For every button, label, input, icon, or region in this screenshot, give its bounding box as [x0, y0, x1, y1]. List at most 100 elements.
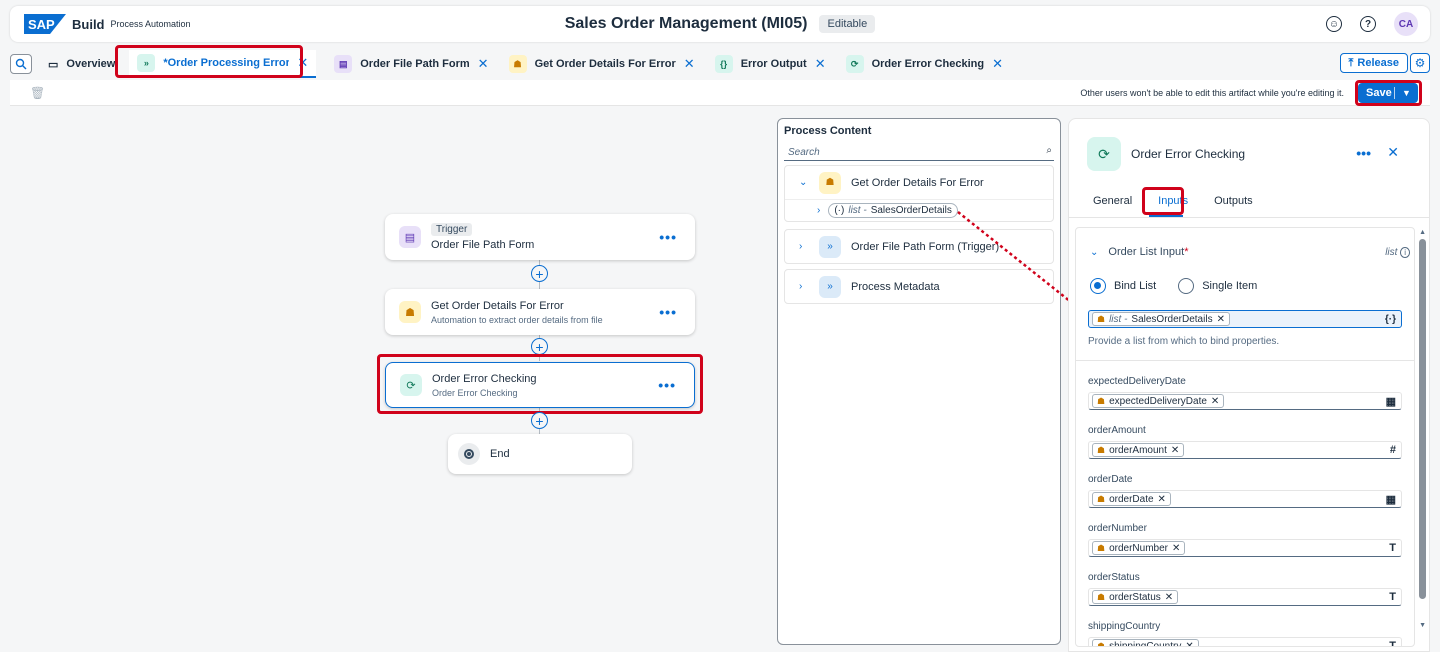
more-icon[interactable]: •••	[658, 377, 676, 393]
close-icon[interactable]: ✕	[992, 56, 1003, 72]
close-icon[interactable]: ✕	[1387, 144, 1399, 161]
bound-token[interactable]: ☗ orderDate ✕	[1092, 492, 1171, 506]
trash-icon[interactable]: 🗑	[30, 86, 45, 100]
avatar[interactable]: CA	[1394, 12, 1418, 36]
radio-bind-list[interactable]: Bind List	[1090, 278, 1156, 294]
chevron-down-icon[interactable]: ⌄	[1090, 247, 1098, 258]
bound-token[interactable]: ☗ orderNumber ✕	[1092, 541, 1186, 555]
automation-icon: ☗	[1097, 542, 1106, 553]
property-input[interactable]: ☗ orderNumber ✕ T	[1088, 539, 1402, 557]
tab-outputs[interactable]: Outputs	[1214, 195, 1253, 207]
joule-icon[interactable]: ☺	[1326, 16, 1342, 32]
prop-shipping-country: shippingCountry ☗ shippingCountry ✕ T	[1088, 621, 1402, 647]
order-list-input-header[interactable]: ⌄ Order List Input* list i	[1090, 246, 1410, 258]
chevron-right-icon[interactable]: ›	[817, 205, 820, 216]
sap-logo[interactable]: SAP	[24, 14, 66, 34]
remove-icon[interactable]: ✕	[1165, 592, 1173, 603]
property-input[interactable]: ☗ expectedDeliveryDate ✕ ▦	[1088, 392, 1402, 410]
number-icon[interactable]: #	[1390, 444, 1396, 456]
tab-order-processing-error[interactable]: » *Order Processing Error ... ✕	[129, 50, 317, 78]
remove-icon[interactable]: ✕	[1185, 641, 1193, 647]
close-icon[interactable]: ✕	[297, 55, 308, 71]
scrollbar-thumb[interactable]	[1419, 239, 1426, 599]
tab-label: *Order Processing Error ...	[163, 57, 290, 69]
save-button[interactable]: Save ▼	[1358, 83, 1418, 103]
add-step-button[interactable]: +	[531, 265, 548, 282]
expression-icon[interactable]: {·}	[1385, 314, 1396, 325]
add-step-button[interactable]: +	[531, 338, 548, 355]
bound-token[interactable]: ☗ list - SalesOrderDetails ✕	[1092, 312, 1230, 326]
property-input[interactable]: ☗ orderAmount ✕ #	[1088, 441, 1402, 459]
tab-inputs[interactable]: Inputs	[1158, 195, 1188, 207]
release-button[interactable]: ⤒ Release	[1339, 53, 1408, 73]
trigger-node[interactable]: ▤ Trigger Order File Path Form •••	[385, 214, 695, 260]
text-icon[interactable]: T	[1389, 542, 1396, 554]
list-bind-field[interactable]: ☗ list - SalesOrderDetails ✕ {·}	[1088, 310, 1402, 328]
list-token[interactable]: (·) list - SalesOrderDetails	[828, 203, 958, 218]
tree-subitem[interactable]: › (·) list - SalesOrderDetails	[785, 199, 1053, 221]
text-icon[interactable]: T	[1389, 591, 1396, 603]
remove-icon[interactable]: ✕	[1172, 543, 1180, 554]
end-node[interactable]: End	[448, 434, 632, 474]
property-input[interactable]: ☗ shippingCountry ✕ T	[1088, 637, 1402, 647]
tree-item[interactable]: ⌄ ☗ Get Order Details For Error	[785, 166, 1053, 199]
decision-node[interactable]: ⟳ Order Error Checking Order Error Check…	[385, 362, 695, 408]
info-icon[interactable]: i	[1400, 246, 1410, 258]
scroll-down-icon[interactable]: ▼	[1419, 622, 1426, 629]
process-icon: »	[137, 54, 156, 72]
search-icon[interactable]: ⌕	[1046, 145, 1052, 156]
more-icon[interactable]: •••	[1356, 145, 1371, 161]
tab-get-order-details[interactable]: ☗ Get Order Details For Error ✕	[501, 50, 703, 78]
tab-error-output[interactable]: {} Error Output ✕	[707, 50, 834, 78]
editor-toolbar: 🗑 Other users won't be able to edit this…	[10, 80, 1430, 106]
automation-icon: ☗	[1097, 640, 1106, 647]
chevron-right-icon[interactable]: ›	[799, 241, 809, 252]
calendar-icon[interactable]: ▦	[1386, 395, 1396, 408]
chevron-down-icon[interactable]: ▼	[1395, 88, 1418, 98]
close-icon[interactable]: ✕	[684, 56, 695, 72]
remove-icon[interactable]: ✕	[1171, 445, 1179, 456]
divider	[1394, 87, 1395, 99]
search-artifact-button[interactable]	[10, 54, 32, 74]
bound-token[interactable]: ☗ orderStatus ✕	[1092, 590, 1179, 604]
remove-icon[interactable]: ✕	[1211, 396, 1219, 407]
automation-node[interactable]: ☗ Get Order Details For Error Automation…	[385, 289, 695, 335]
tab-overview[interactable]: ▭ Overview	[40, 50, 123, 78]
search-input[interactable]: Search ⌕	[784, 145, 1054, 161]
more-icon[interactable]: •••	[659, 229, 677, 245]
chevron-down-icon[interactable]: ⌄	[799, 177, 809, 188]
field-label: orderStatus	[1088, 572, 1140, 583]
add-step-button[interactable]: +	[531, 412, 548, 429]
remove-icon[interactable]: ✕	[1217, 314, 1225, 325]
tab-order-error-checking[interactable]: ⟳ Order Error Checking ✕	[838, 50, 1011, 78]
close-icon[interactable]: ✕	[478, 56, 489, 72]
tab-order-file-path-form[interactable]: ▤ Order File Path Form ✕	[326, 50, 496, 78]
tab-general[interactable]: General	[1093, 195, 1132, 207]
more-icon[interactable]: •••	[659, 304, 677, 320]
bound-token[interactable]: ☗ shippingCountry ✕	[1092, 639, 1199, 647]
tree-item-label: Order File Path Form (Trigger)	[851, 240, 1000, 253]
bind-mode-radios: Bind List Single Item	[1090, 278, 1257, 294]
prop-order-amount: orderAmount ☗ orderAmount ✕ #	[1088, 425, 1402, 459]
radio-circle[interactable]	[1090, 278, 1106, 294]
chevron-right-icon[interactable]: ›	[799, 281, 809, 292]
radio-circle[interactable]	[1178, 278, 1195, 294]
edit-lock-note: Other users won't be able to edit this a…	[1080, 87, 1344, 98]
automation-icon: ☗	[1097, 395, 1106, 406]
tree-item[interactable]: › » Process Metadata	[785, 270, 1053, 303]
bound-token[interactable]: ☗ expectedDeliveryDate ✕	[1092, 394, 1225, 408]
scroll-up-icon[interactable]: ▲	[1419, 229, 1426, 236]
output-icon: {}	[714, 55, 733, 73]
calendar-icon[interactable]: ▦	[1386, 493, 1396, 506]
token-type: list -	[848, 205, 867, 216]
remove-icon[interactable]: ✕	[1158, 494, 1166, 505]
close-icon[interactable]: ✕	[815, 56, 826, 72]
help-icon[interactable]: ?	[1360, 16, 1376, 32]
bound-token[interactable]: ☗ orderAmount ✕	[1092, 443, 1185, 457]
tree-item[interactable]: › » Order File Path Form (Trigger)	[785, 230, 1053, 263]
text-icon[interactable]: T	[1389, 640, 1396, 646]
property-input[interactable]: ☗ orderStatus ✕ T	[1088, 588, 1402, 606]
radio-single-item[interactable]: Single Item	[1178, 278, 1257, 294]
property-input[interactable]: ☗ orderDate ✕ ▦	[1088, 490, 1402, 508]
settings-button[interactable]: ⚙	[1410, 53, 1430, 73]
